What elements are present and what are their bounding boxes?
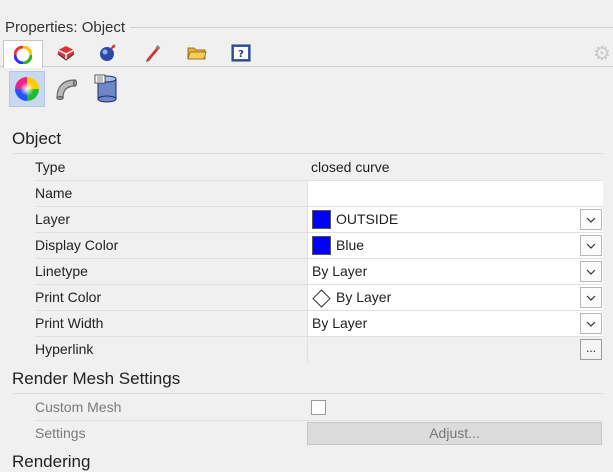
tab-files[interactable] bbox=[181, 40, 213, 66]
name-field[interactable] bbox=[307, 181, 603, 206]
row-custom-mesh: Custom Mesh bbox=[35, 395, 603, 421]
by-layer-diamond-icon bbox=[312, 289, 331, 308]
display-color-label: Display Color bbox=[35, 237, 119, 253]
panel-title: Properties: Object bbox=[5, 19, 126, 36]
linetype-label: Linetype bbox=[35, 263, 88, 279]
hyperlink-browse-button[interactable]: ... bbox=[580, 339, 602, 360]
display-color-swatch bbox=[312, 236, 331, 255]
section-divider bbox=[12, 393, 603, 394]
hyperlink-field[interactable]: ... bbox=[307, 337, 603, 362]
row-settings: Settings Adjust... bbox=[35, 421, 603, 447]
tab-render[interactable] bbox=[92, 40, 124, 66]
tab-texture[interactable] bbox=[137, 40, 169, 66]
adjust-button[interactable]: Adjust... bbox=[307, 422, 602, 445]
type-value-text: closed curve bbox=[311, 159, 390, 175]
layer-value-text: OUTSIDE bbox=[336, 211, 399, 227]
type-value: closed curve bbox=[307, 155, 603, 180]
texture-pen-icon bbox=[146, 45, 161, 62]
linetype-value-text: By Layer bbox=[312, 263, 368, 279]
print-width-label: Print Width bbox=[35, 315, 104, 331]
display-color-dropdown[interactable]: Blue bbox=[307, 233, 603, 258]
title-divider bbox=[130, 27, 613, 28]
tab-help[interactable]: ? bbox=[225, 40, 257, 66]
chevron-down-icon[interactable] bbox=[580, 287, 602, 308]
row-layer: Layer OUTSIDE bbox=[35, 207, 603, 233]
section-rendering-heading: Rendering bbox=[12, 452, 91, 471]
settings-label: Settings bbox=[35, 425, 86, 441]
type-label: Type bbox=[35, 159, 66, 175]
gear-icon[interactable]: ⚙ bbox=[593, 44, 611, 64]
print-width-value-text: By Layer bbox=[312, 315, 368, 331]
row-type: Type closed curve bbox=[35, 155, 603, 181]
custom-mesh-label: Custom Mesh bbox=[35, 399, 122, 415]
print-color-label: Print Color bbox=[35, 289, 102, 305]
layer-label: Layer bbox=[35, 211, 71, 227]
row-display-color: Display Color Blue bbox=[35, 233, 603, 259]
row-print-width: Print Width By Layer bbox=[35, 311, 603, 337]
chevron-down-icon[interactable] bbox=[580, 209, 602, 230]
curve-piping-icon bbox=[56, 79, 77, 100]
help-icon: ? bbox=[231, 44, 251, 62]
hyperlink-label: Hyperlink bbox=[35, 341, 94, 357]
color-wheel-icon bbox=[15, 77, 39, 101]
display-color-value-text: Blue bbox=[336, 237, 365, 253]
subtab-curve-piping[interactable] bbox=[48, 71, 82, 105]
tab-object[interactable] bbox=[3, 40, 43, 68]
database-cylinder-icon bbox=[94, 74, 117, 103]
print-width-dropdown[interactable]: By Layer bbox=[307, 311, 603, 336]
row-hyperlink: Hyperlink ... bbox=[35, 337, 603, 363]
folder-icon bbox=[187, 47, 207, 60]
layer-color-swatch bbox=[312, 210, 331, 229]
name-label: Name bbox=[35, 185, 73, 201]
material-icon bbox=[57, 46, 75, 61]
linetype-dropdown[interactable]: By Layer bbox=[307, 259, 603, 284]
color-wheel-icon bbox=[14, 45, 32, 64]
section-divider bbox=[12, 153, 603, 154]
custom-mesh-checkbox[interactable] bbox=[311, 400, 326, 415]
render-sphere-icon bbox=[100, 44, 116, 61]
row-linetype: Linetype By Layer bbox=[35, 259, 603, 285]
subtab-object-color[interactable] bbox=[9, 71, 45, 107]
print-color-value-text: By Layer bbox=[336, 289, 392, 305]
tab-material[interactable] bbox=[50, 40, 82, 66]
section-object-heading: Object bbox=[12, 129, 62, 148]
chevron-down-icon[interactable] bbox=[580, 261, 602, 282]
section-render-mesh-heading: Render Mesh Settings bbox=[12, 369, 181, 388]
subtab-database[interactable] bbox=[90, 71, 124, 105]
print-color-dropdown[interactable]: By Layer bbox=[307, 285, 603, 310]
chevron-down-icon[interactable] bbox=[580, 235, 602, 256]
custom-mesh-value bbox=[307, 395, 603, 420]
row-print-color: Print Color By Layer bbox=[35, 285, 603, 311]
svg-text:?: ? bbox=[238, 49, 244, 60]
chevron-down-icon[interactable] bbox=[580, 313, 602, 334]
layer-dropdown[interactable]: OUTSIDE bbox=[307, 207, 603, 232]
tab-strip-divider bbox=[0, 66, 613, 67]
row-name: Name bbox=[35, 181, 603, 207]
